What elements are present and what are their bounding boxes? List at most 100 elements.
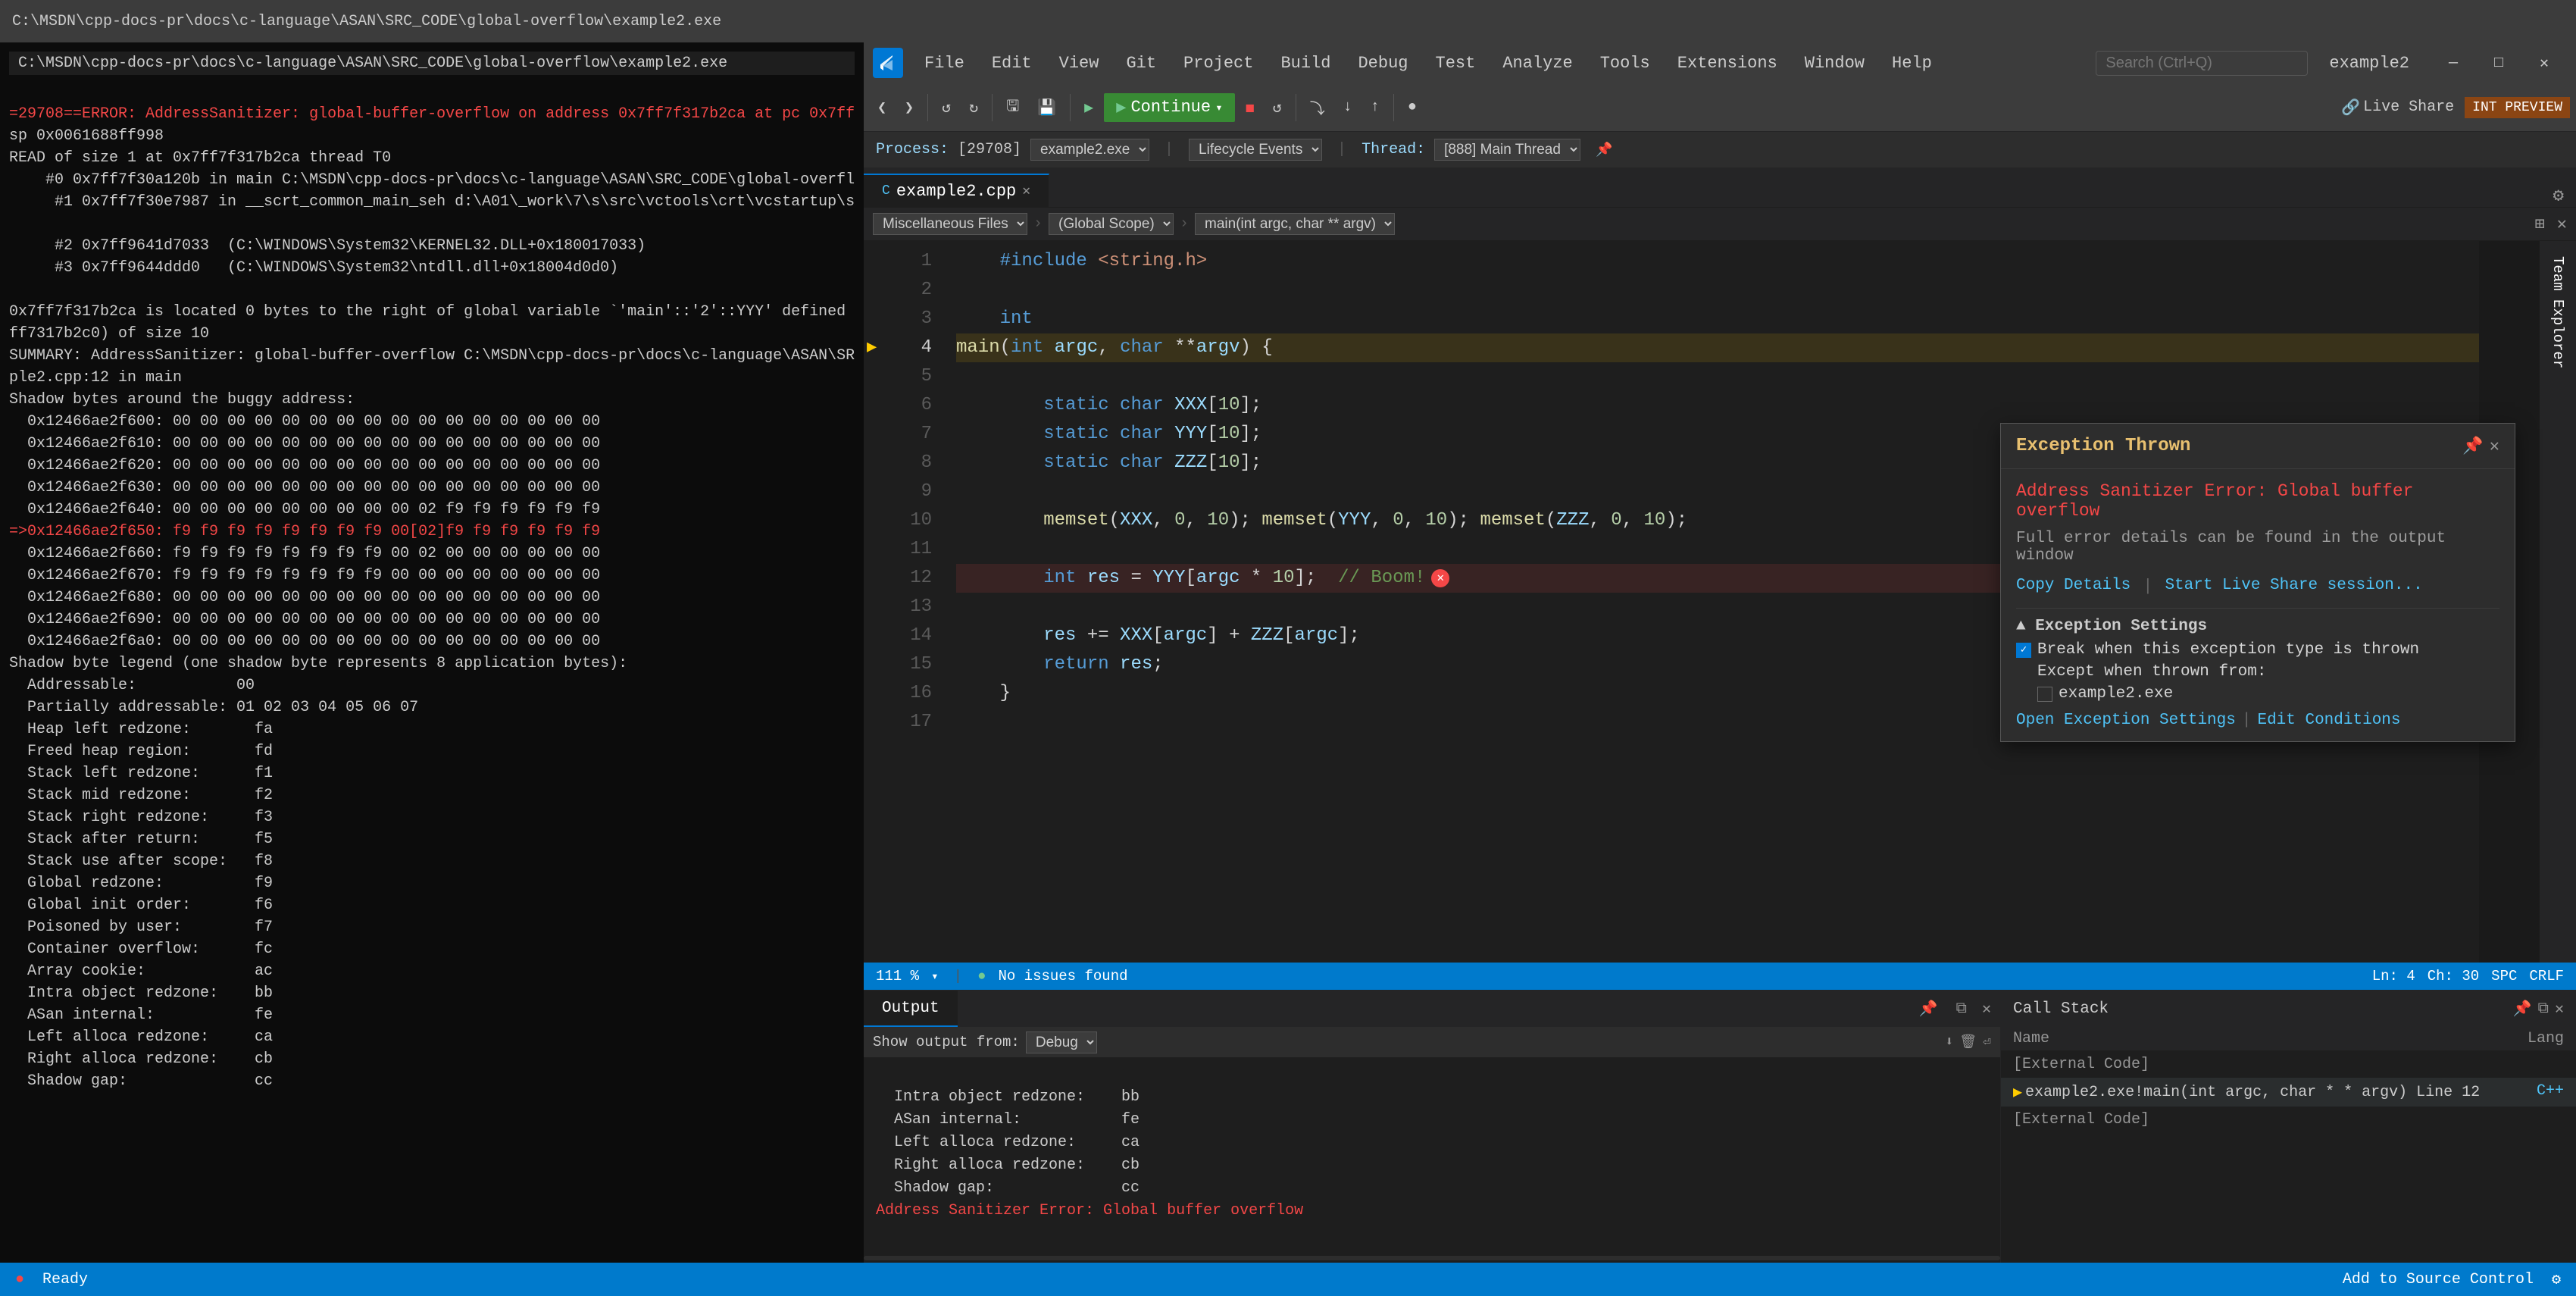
undo-button[interactable]: ↺	[934, 95, 958, 121]
settings-title: ▲ Exception Settings	[2016, 618, 2499, 635]
cs-col-name-header: Name	[2013, 1030, 2488, 1047]
callstack-float[interactable]: ⧉	[2538, 1000, 2549, 1018]
breakpoint-btn[interactable]: ●	[1400, 95, 1424, 119]
output-scroll-icon[interactable]: ⬇	[1945, 1034, 1953, 1050]
lifecycle-select[interactable]: Lifecycle Events	[1189, 139, 1322, 161]
exception-links: Copy Details | Start Live Share session.…	[2016, 577, 2499, 596]
output-toolbar: Show output from: Debug ⬇ 🗑 ⏎	[864, 1027, 2000, 1057]
vs-logo	[873, 48, 903, 78]
restart-button[interactable]: ↺	[1265, 95, 1290, 121]
ln-indicator: Ln: 4	[2372, 968, 2415, 985]
thread-select[interactable]: [888] Main Thread	[1434, 139, 1580, 161]
editor-settings-icon[interactable]: ⚙	[2541, 184, 2576, 207]
output-scrollbar[interactable]	[864, 1254, 2000, 1263]
step-over[interactable]: ⤵	[1302, 93, 1333, 122]
close-panel-icon[interactable]: ✕	[2557, 214, 2567, 234]
settings-footer: Open Exception Settings | Edit Condition…	[2016, 712, 2499, 729]
cs-row-0[interactable]: [External Code]	[2001, 1051, 2576, 1078]
close-popup-icon[interactable]: ✕	[2490, 437, 2499, 456]
status-text: No issues found	[998, 968, 1127, 985]
team-explorer-btn[interactable]: Team Explorer	[2546, 247, 2569, 377]
files-select[interactable]: Miscellaneous Files	[873, 213, 1027, 235]
checkbox-break-label: Break when this exception type is thrown	[2037, 641, 2419, 659]
cs-lang-2	[2488, 1111, 2564, 1129]
search-input[interactable]	[2096, 51, 2308, 76]
tab-bar: C example2.cpp ✕ ⚙	[864, 168, 2576, 208]
output-close-icon[interactable]: ✕	[1973, 999, 2000, 1019]
menu-edit[interactable]: Edit	[980, 42, 1044, 83]
process-label: Process:	[876, 141, 949, 158]
live-share-btn[interactable]: 🔗 Live Share	[2334, 95, 2462, 121]
copy-details-link[interactable]: Copy Details	[2016, 577, 2131, 596]
continue-label: Continue	[1130, 98, 1211, 117]
cs-row-2[interactable]: [External Code]	[2001, 1107, 2576, 1133]
title-bar: C:\MSDN\cpp-docs-pr\docs\c-language\ASAN…	[0, 0, 2576, 42]
open-exception-settings-link[interactable]: Open Exception Settings	[2016, 712, 2236, 729]
output-content: Intra object redzone: bb ASan internal: …	[864, 1057, 2000, 1254]
maximize-button[interactable]: □	[2476, 42, 2521, 83]
edit-conditions-link[interactable]: Edit Conditions	[2257, 712, 2400, 729]
callstack-pin[interactable]: 📌	[2513, 999, 2532, 1019]
thread-pin-icon: 📌	[1596, 142, 1612, 158]
tab-close-icon[interactable]: ✕	[1022, 183, 1030, 199]
menu-project[interactable]: Project	[1171, 42, 1265, 83]
code-line-3: int	[956, 305, 2479, 333]
stop-button[interactable]: ◼	[1238, 95, 1262, 121]
menu-analyze[interactable]: Analyze	[1490, 42, 1584, 83]
output-tab[interactable]: Output	[864, 991, 958, 1027]
callstack-close[interactable]: ✕	[2555, 999, 2564, 1019]
menu-build[interactable]: Build	[1268, 42, 1343, 83]
output-pin-icon[interactable]: 📌	[1907, 999, 1950, 1019]
pin-icon[interactable]: 📌	[2462, 437, 2483, 456]
output-tab-bar: Output 📌 ⧉ ✕	[864, 991, 2000, 1027]
zoom-level: 111 %	[876, 968, 919, 985]
checkbox-exe[interactable]	[2037, 687, 2052, 702]
save-button[interactable]: 🖫	[999, 92, 1027, 124]
continue-dropdown[interactable]: ▾	[1215, 100, 1223, 115]
redo-button[interactable]: ↻	[961, 95, 986, 121]
forward-button[interactable]: ❯	[897, 95, 921, 121]
save-all-button[interactable]: 💾	[1030, 95, 1064, 121]
ch-indicator: Ch: 30	[2428, 968, 2479, 985]
output-source-select[interactable]: Debug	[1026, 1031, 1097, 1053]
cs-header: Name Lang	[2001, 1027, 2576, 1051]
tab-label: example2.cpp	[896, 182, 1016, 201]
step-out[interactable]: ↑	[1363, 95, 1387, 119]
step-into[interactable]: ↓	[1336, 95, 1360, 119]
start-live-share-link[interactable]: Start Live Share session...	[2165, 577, 2422, 596]
menu-debug[interactable]: Debug	[1346, 42, 1420, 83]
scope-select[interactable]: (Global Scope)	[1049, 213, 1174, 235]
ready-label: Ready	[42, 1271, 88, 1288]
menu-help[interactable]: Help	[1880, 42, 1944, 83]
code-line-4: main(int argc, char **argv) {	[956, 333, 2479, 362]
menu-file[interactable]: File	[912, 42, 977, 83]
menu-git[interactable]: Git	[1114, 42, 1168, 83]
settings-row-1: ✓ Break when this exception type is thro…	[2016, 641, 2499, 659]
output-float-icon[interactable]: ⧉	[1950, 1000, 1973, 1018]
menu-window[interactable]: Window	[1793, 42, 1877, 83]
continue-button[interactable]: ▶ Continue ▾	[1104, 93, 1235, 122]
expand-icon[interactable]: ⊞	[2535, 214, 2545, 234]
cs-row-1[interactable]: ▶ example2.exe!main(int argc, char * * a…	[2001, 1078, 2576, 1107]
editor-status-bar: 111 % ▾ | ● No issues found Ln: 4 Ch: 30…	[864, 963, 2576, 990]
menu-view[interactable]: View	[1047, 42, 1111, 83]
menu-extensions[interactable]: Extensions	[1665, 42, 1790, 83]
minimize-button[interactable]: —	[2431, 42, 2476, 83]
function-select[interactable]: main(int argc, char ** argv)	[1195, 213, 1395, 235]
back-button[interactable]: ❮	[870, 95, 894, 121]
process-select[interactable]: example2.exe	[1030, 139, 1149, 161]
output-clear-icon[interactable]: 🗑	[1959, 1034, 1977, 1050]
tab-example2[interactable]: C example2.cpp ✕	[864, 174, 1049, 207]
output-word-wrap[interactable]: ⏎	[1983, 1034, 1991, 1050]
close-button[interactable]: ✕	[2521, 42, 2567, 83]
cs-name-2: [External Code]	[2013, 1111, 2488, 1129]
add-source-control[interactable]: Add to Source Control	[2343, 1271, 2534, 1288]
source-control-icon[interactable]: ⚙	[2552, 1269, 2561, 1289]
process-bar: Process: [29708] example2.exe | Lifecycl…	[864, 132, 2576, 168]
zoom-dropdown[interactable]: ▾	[931, 969, 939, 984]
int-preview-badge: INT PREVIEW	[2465, 97, 2570, 118]
checkbox-break[interactable]: ✓	[2016, 643, 2031, 658]
debug-start-button[interactable]: ▶	[1077, 95, 1101, 121]
menu-test[interactable]: Test	[1424, 42, 1488, 83]
menu-tools[interactable]: Tools	[1588, 42, 1662, 83]
